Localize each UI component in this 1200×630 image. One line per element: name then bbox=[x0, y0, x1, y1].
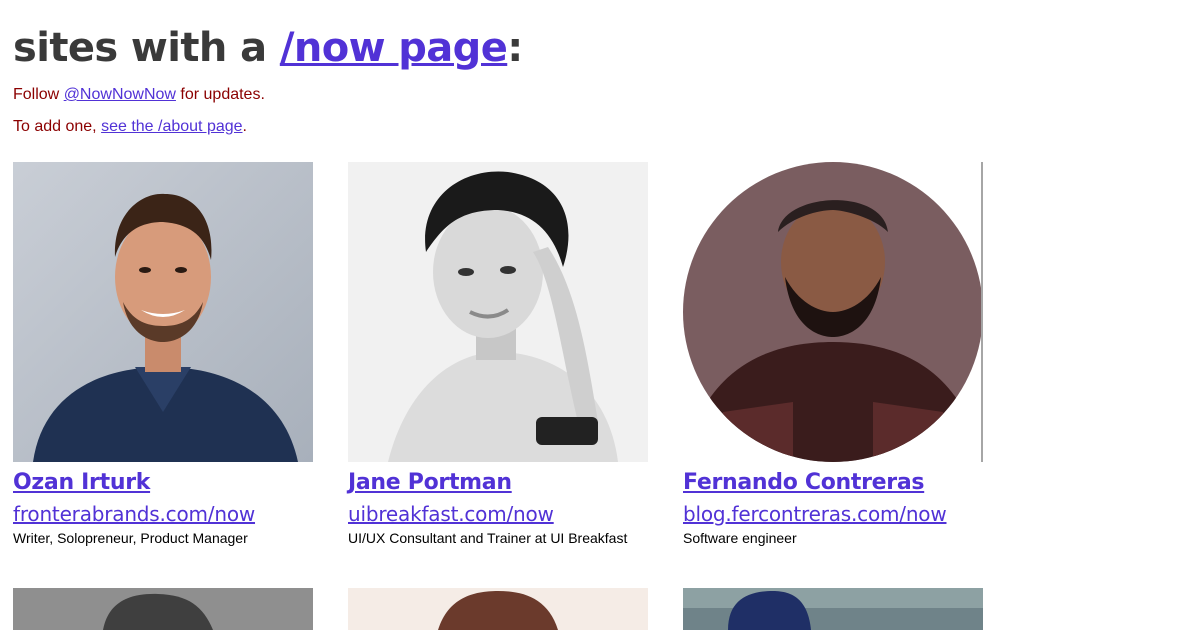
profile-url-link[interactable]: blog.fercontreras.com/now bbox=[683, 502, 947, 526]
profile-photo[interactable] bbox=[683, 162, 983, 462]
now-page-link[interactable]: /now page bbox=[280, 25, 508, 71]
page: sites with a /now page: Follow @NowNowNo… bbox=[13, 0, 1187, 630]
profile-photo-image bbox=[683, 588, 983, 630]
profile-url-link[interactable]: fronterabrands.com/now bbox=[13, 502, 255, 526]
profile-name-link[interactable]: Jane Portman bbox=[348, 470, 512, 495]
profile-photo[interactable] bbox=[13, 162, 313, 462]
profile-description: UI/UX Consultant and Trainer at UI Break… bbox=[348, 530, 628, 546]
profile-photo-partial[interactable] bbox=[348, 588, 648, 630]
profile-photo-image bbox=[348, 162, 648, 462]
profile-photo-partial[interactable] bbox=[13, 588, 313, 630]
profile-photo[interactable] bbox=[348, 162, 648, 462]
follow-suffix: for updates. bbox=[175, 86, 265, 103]
add-prefix: To add one, bbox=[13, 118, 102, 135]
profile-url-link[interactable]: uibreakfast.com/now bbox=[348, 502, 554, 526]
profile-name-link[interactable]: Fernando Contreras bbox=[683, 470, 925, 495]
profile-description: Writer, Solopreneur, Product Manager bbox=[13, 530, 248, 546]
add-note: To add one, see the /about page. bbox=[13, 117, 247, 137]
page-title: sites with a /now page: bbox=[13, 22, 523, 74]
profile-photo-partial[interactable] bbox=[683, 588, 983, 630]
about-page-link[interactable]: see the /about page bbox=[101, 118, 242, 135]
follow-prefix: Follow bbox=[13, 86, 64, 103]
add-suffix: . bbox=[242, 118, 247, 135]
title-suffix: : bbox=[507, 25, 523, 71]
profile-description: Software engineer bbox=[683, 530, 797, 546]
profile-photo-image bbox=[348, 588, 648, 630]
profile-photo-image bbox=[683, 162, 983, 462]
profile-name-link[interactable]: Ozan Irturk bbox=[13, 470, 150, 495]
title-prefix: sites with a bbox=[13, 25, 280, 71]
nownownow-link[interactable]: @NowNowNow bbox=[64, 86, 176, 103]
follow-note: Follow @NowNowNow for updates. bbox=[13, 85, 265, 105]
profile-photo-image bbox=[13, 162, 313, 462]
profile-photo-image bbox=[13, 588, 313, 630]
